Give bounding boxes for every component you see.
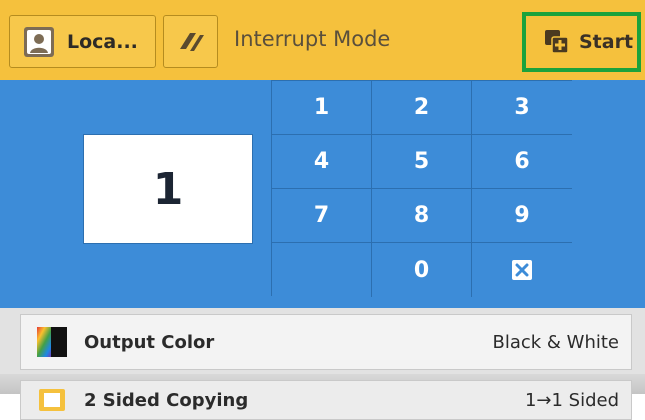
clear-key[interactable]	[472, 243, 572, 297]
interrupt-mode-label: Interrupt Mode	[234, 27, 391, 51]
user-login-button[interactable]: Loca...	[9, 15, 156, 68]
output-color-title: Output Color	[84, 331, 215, 353]
quantity-panel: 1 1 2 3 4 5 6 7 8 9 0	[0, 80, 645, 308]
key-1[interactable]: 1	[272, 81, 372, 135]
start-label: Start	[579, 31, 634, 53]
clear-icon	[512, 260, 532, 280]
key-3[interactable]: 3	[472, 81, 572, 135]
key-2[interactable]: 2	[372, 81, 472, 135]
user-label: Loca...	[67, 30, 138, 53]
output-color-icon	[37, 327, 67, 357]
two-sided-value: 1→1 Sided	[524, 389, 619, 411]
key-7[interactable]: 7	[272, 189, 372, 243]
start-icon	[545, 30, 569, 54]
quantity-display[interactable]: 1	[83, 134, 253, 244]
output-color-row[interactable]: Output Color Black & White	[20, 314, 632, 370]
edit-button[interactable]	[163, 15, 218, 68]
numeric-keypad: 1 2 3 4 5 6 7 8 9 0	[271, 80, 572, 297]
key-8[interactable]: 8	[372, 189, 472, 243]
key-9[interactable]: 9	[472, 189, 572, 243]
header-bar: Loca... Interrupt Mode Start	[0, 0, 645, 80]
slash-edit-icon	[179, 32, 204, 51]
quantity-value: 1	[152, 163, 184, 215]
two-sided-row[interactable]: 2 Sided Copying 1→1 Sided	[20, 380, 632, 420]
output-color-value: Black & White	[492, 331, 619, 353]
start-button[interactable]: Start	[522, 12, 641, 72]
key-blank	[272, 243, 372, 297]
user-avatar-icon	[24, 26, 54, 57]
key-0[interactable]: 0	[372, 243, 472, 297]
two-sided-title: 2 Sided Copying	[84, 389, 249, 411]
key-6[interactable]: 6	[472, 135, 572, 189]
key-4[interactable]: 4	[272, 135, 372, 189]
list-overflow-area: 2 Sided Copying 1→1 Sided	[0, 374, 645, 420]
key-5[interactable]: 5	[372, 135, 472, 189]
two-sided-icon	[37, 387, 67, 413]
